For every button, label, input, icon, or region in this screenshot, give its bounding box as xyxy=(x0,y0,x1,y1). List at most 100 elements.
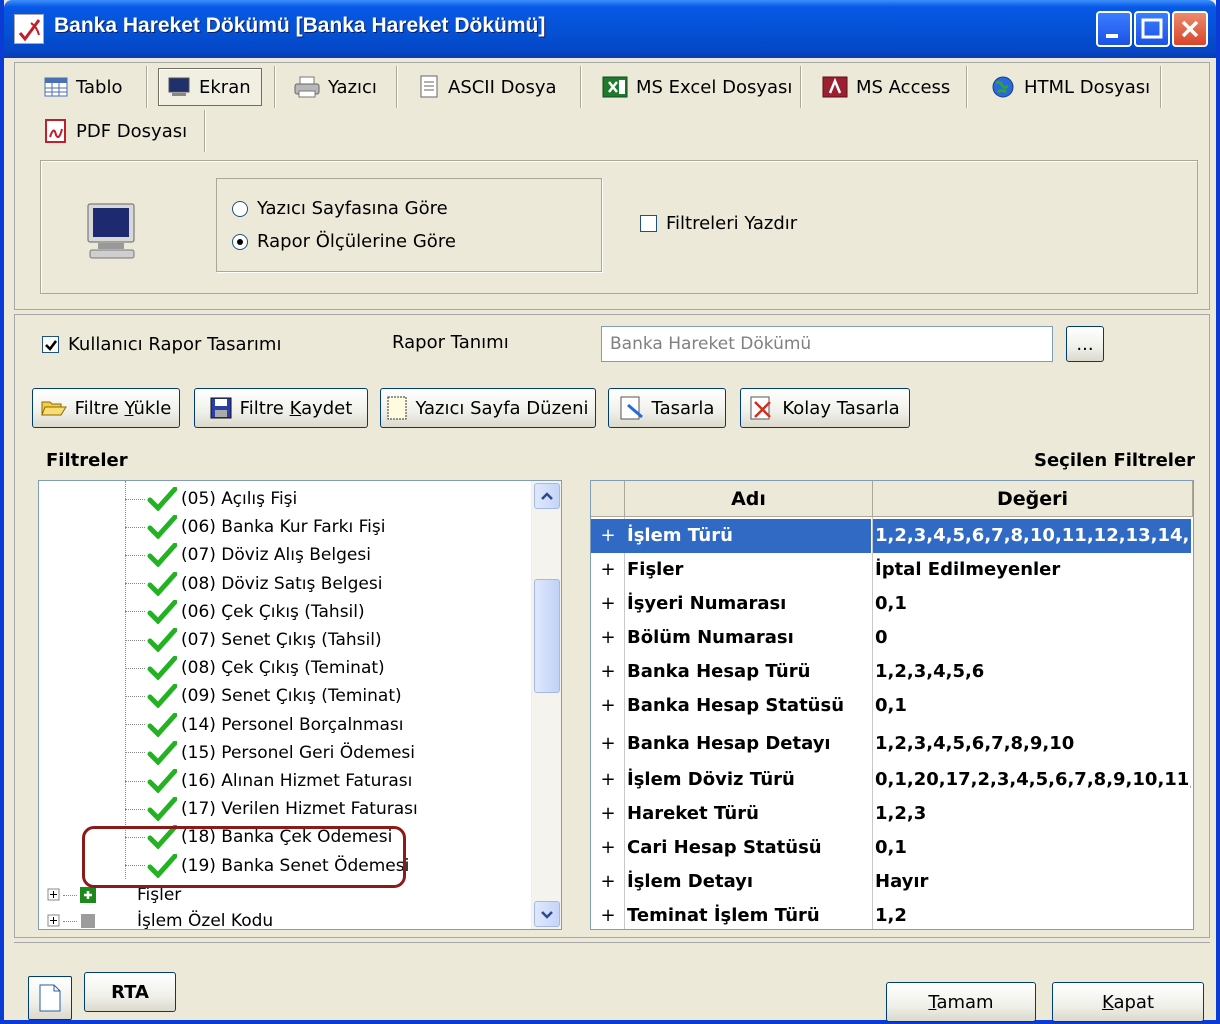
tree-item-label: (07) Döviz Alış Belgesi xyxy=(181,545,371,566)
close-window-button[interactable] xyxy=(1172,11,1208,47)
folder-open-icon xyxy=(40,401,67,416)
format-ascii-button[interactable]: ASCII Dosya xyxy=(410,68,565,106)
close-button[interactable]: Kapat xyxy=(1052,982,1204,1022)
grid-row[interactable]: + Teminat İşlem Türü 1,2 xyxy=(591,899,1193,929)
print-filters-checkbox[interactable]: Filtreleri Yazdır xyxy=(640,213,797,234)
grid-row[interactable]: + İşlem Detayı Hayır xyxy=(591,865,1193,899)
tree-item-label: (05) Açılış Fişi xyxy=(181,489,298,509)
format-access-button[interactable]: MS Access xyxy=(814,68,958,106)
filter-name-cell: Bölüm Numarası xyxy=(627,627,794,648)
expand-plus-icon[interactable] xyxy=(47,914,61,928)
tree-item-label: (15) Personel Geri Ödemesi xyxy=(181,742,415,763)
grid-row[interactable]: + İşyeri Numarası 0,1 xyxy=(591,587,1193,621)
radio-button[interactable] xyxy=(232,200,248,217)
radio-printer-page[interactable]: Yazıcı Sayfasına Göre xyxy=(232,198,448,219)
format-label: HTML Dosyası xyxy=(1024,76,1151,98)
tree-node-islem-ozel-kodu[interactable]: İşlem Özel Kodu xyxy=(47,907,273,929)
grid-row[interactable]: + Banka Hesap Statüsü 0,1 xyxy=(591,689,1193,727)
tree-item[interactable]: (05) Açılış Fişi xyxy=(125,485,297,513)
ok-button[interactable]: Tamam xyxy=(886,982,1036,1022)
window-title: Banka Hareket Dökümü [Banka Hareket Dökü… xyxy=(54,14,546,37)
scroll-up-button[interactable] xyxy=(534,483,560,509)
tree-item[interactable]: (09) Senet Çıkış (Teminat) xyxy=(125,682,402,710)
report-definition-input[interactable]: Banka Hareket Dökümü xyxy=(601,326,1053,362)
tree-item[interactable]: (16) Alınan Hizmet Faturası xyxy=(125,767,412,795)
tree-item[interactable]: (07) Döviz Alış Belgesi xyxy=(125,541,371,569)
tree-item[interactable]: (07) Senet Çıkış (Tahsil) xyxy=(125,626,382,654)
easy-design-button[interactable]: Kolay Tasarla xyxy=(740,388,910,428)
filter-value-cell: 0,1 xyxy=(875,695,907,716)
expand-plus-icon[interactable]: + xyxy=(591,899,625,929)
radio-report-size[interactable]: Rapor Ölçülerine Göre xyxy=(232,231,456,252)
green-check-icon xyxy=(147,487,177,511)
format-ekran-button[interactable]: Ekran xyxy=(158,68,262,106)
table-icon xyxy=(44,77,68,97)
grid-row[interactable]: + Banka Hesap Detayı 1,2,3,4,5,6,7,8,9,10 xyxy=(591,727,1193,763)
grid-row[interactable]: + Fişler İptal Edilmeyenler xyxy=(591,553,1193,587)
expand-plus-icon[interactable]: + xyxy=(591,831,625,865)
expand-plus-icon[interactable] xyxy=(47,888,61,902)
monitor-icon xyxy=(168,77,190,96)
expand-plus-icon[interactable]: + xyxy=(591,865,625,899)
checkbox[interactable] xyxy=(42,336,59,353)
grid-row[interactable]: + Cari Hesap Statüsü 0,1 xyxy=(591,831,1193,865)
user-report-design-checkbox[interactable]: Kullanıcı Rapor Tasarımı xyxy=(42,334,281,355)
expand-plus-icon[interactable]: + xyxy=(591,655,625,689)
grid-row[interactable]: + Hareket Türü 1,2,3 xyxy=(591,797,1193,831)
expand-plus-icon[interactable]: + xyxy=(591,519,625,553)
checkbox[interactable] xyxy=(640,215,657,232)
load-filter-button[interactable]: Filtre Yükle xyxy=(32,388,180,428)
expand-plus-icon[interactable]: + xyxy=(591,621,625,655)
expand-plus-icon[interactable]: + xyxy=(591,763,625,797)
text-file-icon xyxy=(420,75,438,98)
green-check-icon xyxy=(147,712,177,737)
filter-value-cell: 1,2,3,4,5,6,7,8,10,11,12,13,14,15 xyxy=(873,519,1191,553)
selected-filters-grid[interactable]: Adı Değeri + İşlem Türü 1,2,3,4,5,6,7,8,10… xyxy=(590,480,1194,930)
grid-header-value[interactable]: Değeri xyxy=(873,481,1193,517)
format-tablo-button[interactable]: Tablo xyxy=(36,68,131,106)
green-check-icon xyxy=(147,515,177,540)
rta-button[interactable]: RTA xyxy=(84,972,176,1012)
grid-row[interactable]: + Banka Hesap Türü 1,2,3,4,5,6 xyxy=(591,655,1193,689)
format-yazici-button[interactable]: Yazıcı xyxy=(286,68,385,106)
expand-plus-icon[interactable]: + xyxy=(591,797,625,831)
maximize-button[interactable] xyxy=(1134,11,1170,47)
title-bar[interactable]: Banka Hareket Dökümü [Banka Hareket Dökü… xyxy=(4,0,1216,58)
format-excel-button[interactable]: MS Excel Dosyası xyxy=(594,68,800,106)
new-document-button[interactable] xyxy=(28,976,72,1020)
button-label: Tamam xyxy=(928,991,994,1013)
browse-report-button[interactable]: ... xyxy=(1066,326,1104,362)
tree-item[interactable]: (06) Çek Çıkış (Tahsil) xyxy=(125,598,365,626)
tree-item[interactable]: (08) Çek Çıkış (Teminat) xyxy=(125,654,385,682)
minimize-button[interactable] xyxy=(1096,11,1132,47)
grid-header-name[interactable]: Adı xyxy=(625,481,873,517)
pdf-icon xyxy=(45,119,66,143)
grid-row[interactable]: + İşlem Döviz Türü 0,1,20,17,2,3,4,5,6,7,8… xyxy=(591,763,1193,797)
filter-value-cell: 0,1 xyxy=(875,837,907,858)
tree-item-label: (17) Verilen Hizmet Faturası xyxy=(181,799,418,820)
expand-plus-icon[interactable]: + xyxy=(591,689,625,727)
scroll-thumb[interactable] xyxy=(534,579,560,693)
expand-plus-icon[interactable]: + xyxy=(591,727,625,763)
printer-page-layout-button[interactable]: Yazıcı Sayfa Düzeni xyxy=(380,388,596,428)
save-filter-button[interactable]: Filtre Kaydet xyxy=(194,388,368,428)
tree-item[interactable]: (15) Personel Geri Ödemesi xyxy=(125,739,415,767)
format-pdf-button[interactable]: PDF Dosyası xyxy=(36,112,195,150)
tree-item[interactable]: (14) Personel Borçalnması xyxy=(125,711,404,739)
tree-item[interactable]: (17) Verilen Hizmet Faturası xyxy=(125,795,418,823)
grid-header: Adı Değeri xyxy=(591,481,1193,517)
tree-item[interactable]: (06) Banka Kur Farkı Fişi xyxy=(125,513,385,541)
gray-square-icon xyxy=(81,914,95,928)
scroll-down-button[interactable] xyxy=(534,901,560,927)
tree-scrollbar[interactable] xyxy=(531,481,561,929)
design-button[interactable]: Tasarla xyxy=(608,388,726,428)
grid-row[interactable]: + Bölüm Numarası 0 xyxy=(591,621,1193,655)
expand-plus-icon[interactable]: + xyxy=(591,587,625,621)
tree-item[interactable]: (08) Döviz Satış Belgesi xyxy=(125,570,382,598)
green-check-icon xyxy=(147,543,177,568)
filter-value-cell: 1,2 xyxy=(875,905,907,926)
format-html-button[interactable]: HTML Dosyası xyxy=(982,68,1158,106)
radio-button[interactable] xyxy=(232,233,248,250)
expand-plus-icon[interactable]: + xyxy=(591,553,625,587)
grid-row[interactable]: + İşlem Türü 1,2,3,4,5,6,7,8,10,11,12,13,1… xyxy=(591,519,1193,553)
